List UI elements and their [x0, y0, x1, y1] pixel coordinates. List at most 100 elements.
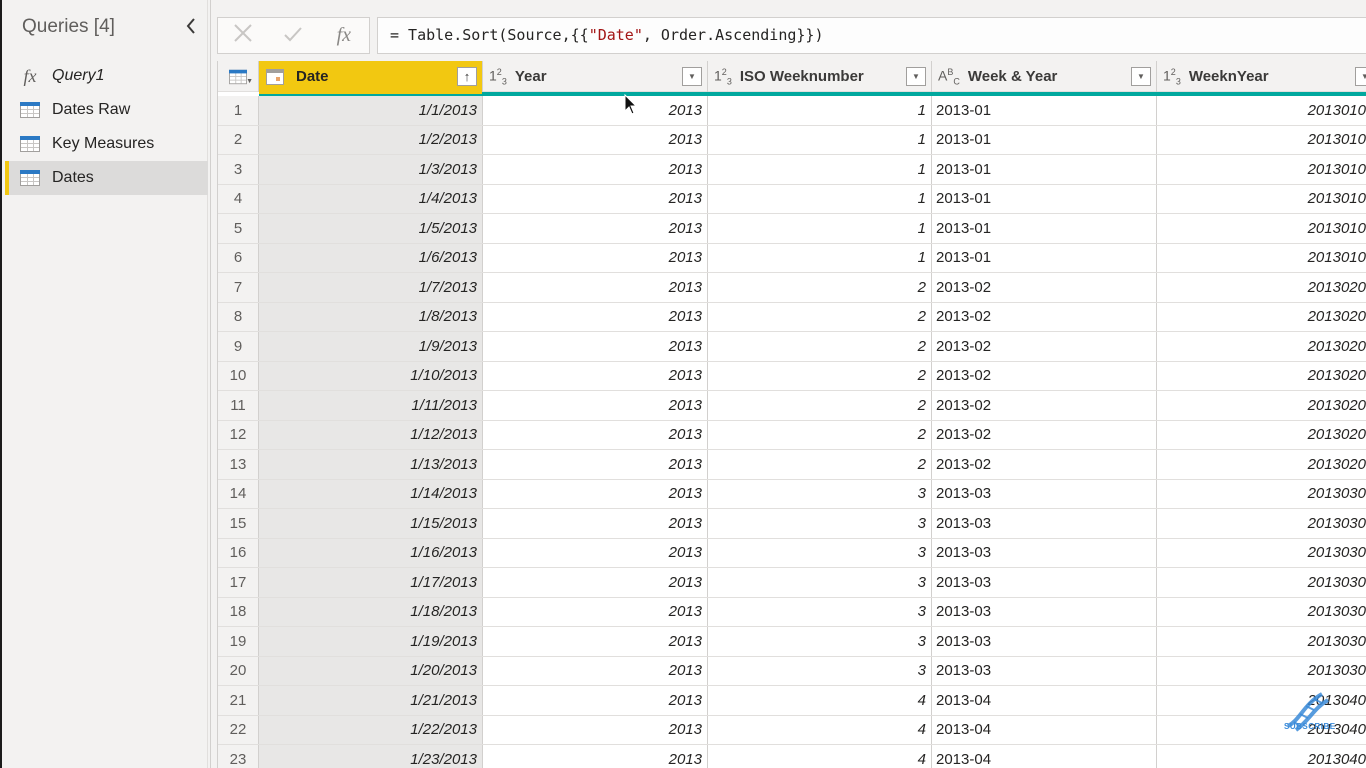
cell-date[interactable]: 1/20/2013 — [259, 656, 483, 685]
cell-year[interactable]: 2013 — [483, 686, 708, 715]
filter-button[interactable]: ▼ — [682, 67, 702, 86]
cell-iso-weeknumber[interactable]: 1 — [708, 155, 932, 184]
row-number[interactable]: 5 — [218, 214, 259, 243]
cell-weeknyear[interactable]: 2013030 — [1157, 657, 1366, 686]
cell-weeknyear[interactable]: 2013020 — [1157, 421, 1366, 450]
cell-week-and-year[interactable]: 2013-02 — [932, 273, 1157, 302]
cell-year[interactable]: 2013 — [483, 509, 708, 538]
cell-date[interactable]: 1/1/2013 — [259, 96, 483, 125]
cell-iso-weeknumber[interactable]: 1 — [708, 243, 932, 272]
text-type-icon[interactable]: ABC — [938, 67, 960, 86]
cell-week-and-year[interactable]: 2013-01 — [932, 125, 1157, 154]
date-type-icon[interactable] — [266, 68, 284, 85]
row-number[interactable]: 10 — [218, 361, 259, 390]
cell-weeknyear[interactable]: 2013040 — [1157, 686, 1366, 715]
cell-date[interactable]: 1/11/2013 — [259, 391, 483, 420]
column-header-year[interactable]: 123 Year ▼ — [483, 61, 708, 92]
cell-iso-weeknumber[interactable]: 1 — [708, 96, 932, 125]
cell-year[interactable]: 2013 — [483, 479, 708, 508]
cell-iso-weeknumber[interactable]: 1 — [708, 214, 932, 243]
query-item[interactable]: Dates Raw — [5, 93, 208, 127]
commit-formula-button[interactable] — [268, 23, 318, 49]
cell-date[interactable]: 1/10/2013 — [259, 361, 483, 390]
row-number[interactable]: 6 — [218, 243, 259, 272]
cell-week-and-year[interactable]: 2013-03 — [932, 568, 1157, 597]
cell-week-and-year[interactable]: 2013-03 — [932, 479, 1157, 508]
cell-iso-weeknumber[interactable]: 3 — [708, 479, 932, 508]
row-number[interactable]: 22 — [218, 715, 259, 744]
filter-button[interactable]: ▼ — [1131, 67, 1151, 86]
cell-year[interactable]: 2013 — [483, 627, 708, 656]
cell-year[interactable]: 2013 — [483, 96, 708, 125]
cell-weeknyear[interactable]: 2013010 — [1157, 214, 1366, 243]
cell-year[interactable]: 2013 — [483, 184, 708, 213]
cell-year[interactable]: 2013 — [483, 597, 708, 626]
row-number[interactable]: 18 — [218, 597, 259, 626]
row-number[interactable]: 8 — [218, 302, 259, 331]
cell-week-and-year[interactable]: 2013-04 — [932, 686, 1157, 715]
cell-weeknyear[interactable]: 2013010 — [1157, 96, 1366, 125]
row-number[interactable]: 7 — [218, 273, 259, 302]
cell-weeknyear[interactable]: 2013030 — [1157, 627, 1366, 656]
cell-iso-weeknumber[interactable]: 3 — [708, 597, 932, 626]
cell-week-and-year[interactable]: 2013-01 — [932, 184, 1157, 213]
row-number[interactable]: 20 — [218, 656, 259, 685]
cell-year[interactable]: 2013 — [483, 715, 708, 744]
cell-weeknyear[interactable]: 2013010 — [1157, 126, 1366, 155]
cell-iso-weeknumber[interactable]: 3 — [708, 656, 932, 685]
cell-week-and-year[interactable]: 2013-03 — [932, 538, 1157, 567]
cell-weeknyear[interactable]: 2013020 — [1157, 273, 1366, 302]
cell-iso-weeknumber[interactable]: 3 — [708, 509, 932, 538]
table-menu-button[interactable]: ▼ — [218, 61, 259, 92]
sort-ascending-filter-button[interactable]: ↑ — [457, 67, 477, 86]
cell-date[interactable]: 1/6/2013 — [259, 243, 483, 272]
cell-week-and-year[interactable]: 2013-03 — [932, 627, 1157, 656]
cell-week-and-year[interactable]: 2013-03 — [932, 509, 1157, 538]
query-item[interactable]: Key Measures — [5, 127, 208, 161]
column-header-date[interactable]: Date ↑ — [259, 61, 483, 92]
cell-weeknyear[interactable]: 2013010 — [1157, 155, 1366, 184]
cell-week-and-year[interactable]: 2013-02 — [932, 391, 1157, 420]
cell-weeknyear[interactable]: 2013020 — [1157, 332, 1366, 361]
query-item[interactable]: fx Query1 — [5, 59, 208, 93]
row-number[interactable]: 16 — [218, 538, 259, 567]
cell-year[interactable]: 2013 — [483, 745, 708, 768]
cell-week-and-year[interactable]: 2013-03 — [932, 597, 1157, 626]
cell-date[interactable]: 1/22/2013 — [259, 715, 483, 744]
formula-input[interactable]: = Table.Sort(Source,{{"Date", Order.Asce… — [377, 17, 1366, 54]
cell-year[interactable]: 2013 — [483, 155, 708, 184]
cell-iso-weeknumber[interactable]: 1 — [708, 184, 932, 213]
cell-year[interactable]: 2013 — [483, 125, 708, 154]
cell-iso-weeknumber[interactable]: 2 — [708, 391, 932, 420]
row-number[interactable]: 11 — [218, 391, 259, 420]
cell-year[interactable]: 2013 — [483, 332, 708, 361]
cell-date[interactable]: 1/21/2013 — [259, 686, 483, 715]
cell-weeknyear[interactable]: 2013020 — [1157, 303, 1366, 332]
cell-weeknyear[interactable]: 2013040 — [1157, 745, 1366, 768]
cell-week-and-year[interactable]: 2013-02 — [932, 302, 1157, 331]
cell-weeknyear[interactable]: 2013030 — [1157, 598, 1366, 627]
cell-week-and-year[interactable]: 2013-02 — [932, 420, 1157, 449]
cell-date[interactable]: 1/9/2013 — [259, 332, 483, 361]
cell-date[interactable]: 1/12/2013 — [259, 420, 483, 449]
cell-iso-weeknumber[interactable]: 2 — [708, 302, 932, 331]
cell-date[interactable]: 1/13/2013 — [259, 450, 483, 479]
cell-date[interactable]: 1/2/2013 — [259, 125, 483, 154]
collapse-queries-button[interactable] — [185, 17, 201, 37]
row-number[interactable]: 4 — [218, 184, 259, 213]
cell-date[interactable]: 1/8/2013 — [259, 302, 483, 331]
cell-year[interactable]: 2013 — [483, 361, 708, 390]
cell-date[interactable]: 1/19/2013 — [259, 627, 483, 656]
cell-iso-weeknumber[interactable]: 4 — [708, 686, 932, 715]
cell-week-and-year[interactable]: 2013-03 — [932, 656, 1157, 685]
row-number[interactable]: 2 — [218, 125, 259, 154]
row-number[interactable]: 9 — [218, 332, 259, 361]
row-number[interactable]: 23 — [218, 745, 259, 768]
cell-week-and-year[interactable]: 2013-04 — [932, 745, 1157, 768]
query-item[interactable]: Dates — [5, 161, 208, 195]
cell-iso-weeknumber[interactable]: 2 — [708, 332, 932, 361]
cell-iso-weeknumber[interactable]: 4 — [708, 745, 932, 768]
cell-date[interactable]: 1/15/2013 — [259, 509, 483, 538]
cell-weeknyear[interactable]: 2013030 — [1157, 509, 1366, 538]
cell-weeknyear[interactable]: 2013030 — [1157, 539, 1366, 568]
